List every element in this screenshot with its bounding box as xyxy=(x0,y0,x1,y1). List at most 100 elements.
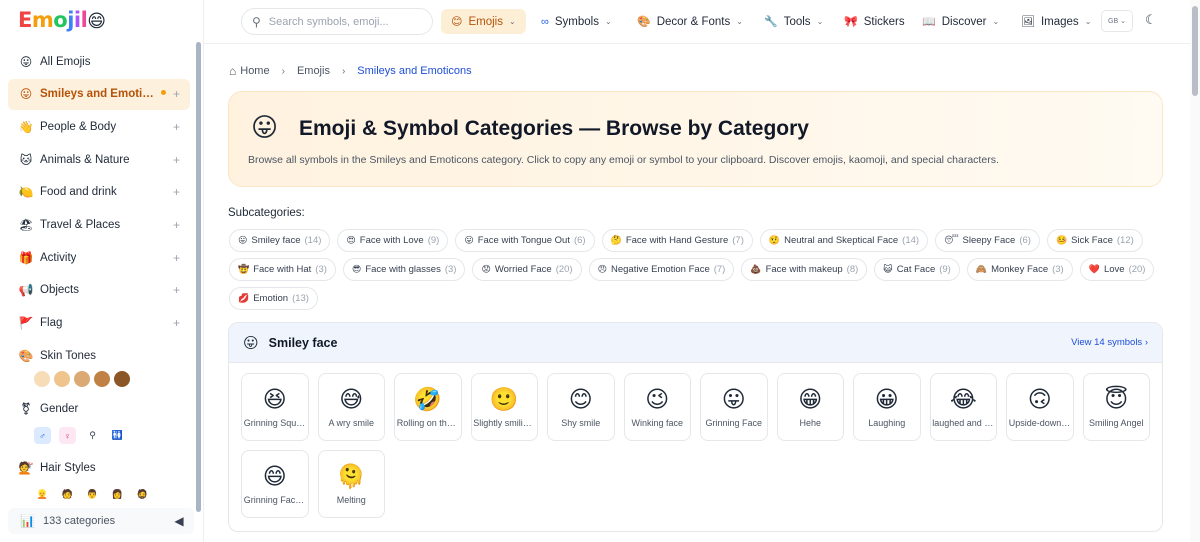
search-placeholder: Search symbols, emoji... xyxy=(268,15,389,28)
subcategory-chip[interactable]: 💋 Emotion (13) xyxy=(229,287,318,310)
emoji-tile[interactable]: 😛 Grinning Face xyxy=(700,373,768,441)
nav-images[interactable]: 🖼 Images ⌄ xyxy=(1011,9,1101,34)
chip-icon: 🤔 xyxy=(610,235,622,245)
subcategory-chip[interactable]: 😴 Sleepy Face (6) xyxy=(935,229,1040,252)
search-input[interactable]: ⚲ Search symbols, emoji... xyxy=(241,8,433,35)
skin-tone-swatch[interactable] xyxy=(54,371,70,387)
haircut-icon: 💇 xyxy=(18,461,34,475)
subcategory-chip[interactable]: 💩 Face with makeup (8) xyxy=(741,258,868,281)
emoji-tile[interactable]: 😂 laughed and cried xyxy=(929,373,997,441)
section-label: Gender xyxy=(40,403,79,415)
nav-tools[interactable]: 🔧 Tools ⌄ xyxy=(754,9,833,34)
chip-count: (7) xyxy=(732,235,744,246)
subcategory-chip[interactable]: 😟 Worried Face (20) xyxy=(472,258,582,281)
emoji-tile[interactable]: 🙂 Slightly smiling face xyxy=(470,373,538,441)
expand-icon[interactable]: + xyxy=(173,185,180,199)
moon-icon[interactable]: ☾ xyxy=(1145,12,1157,28)
sidebar-item-animals[interactable]: 🐱 Animals & Nature + xyxy=(8,144,190,175)
emoji-tile[interactable]: 😅 A wry smile xyxy=(317,373,385,441)
sidebar-item-people[interactable]: 👋 People & Body + xyxy=(8,111,190,142)
nav-stickers[interactable]: 🎀 Stickers xyxy=(834,9,915,34)
sidebar-item-food[interactable]: 🍋 Food and drink + xyxy=(8,177,190,208)
subcategory-chip[interactable]: 🙈 Monkey Face (3) xyxy=(966,258,1073,281)
subcategory-chip[interactable]: 😠 Negative Emotion Face (7) xyxy=(588,258,735,281)
emoji-name: A wry smile xyxy=(328,418,374,428)
subcategory-chip[interactable]: 🤔 Face with Hand Gesture (7) xyxy=(601,229,753,252)
restroom-icon[interactable]: 🚻 xyxy=(109,427,126,444)
sidebar-item-smileys[interactable]: 😛 Smileys and Emoticons + xyxy=(8,78,190,110)
chip-count: (9) xyxy=(427,235,440,246)
expand-icon[interactable]: + xyxy=(173,120,180,134)
hair-style-icon[interactable]: 👩 xyxy=(109,486,126,503)
expand-icon[interactable]: + xyxy=(173,153,180,167)
emoji-tile[interactable]: 😇 Smiling Angel xyxy=(1082,373,1150,441)
nav-emojis[interactable]: 😊 Emojis ⌄ xyxy=(441,9,526,34)
expand-icon[interactable]: + xyxy=(173,316,180,330)
subcategory-chip[interactable]: 😍 Face with Love (9) xyxy=(337,229,449,252)
subcategories-heading: Subcategories: xyxy=(228,207,305,219)
section-header: 😛 Smiley face View 14 symbols › xyxy=(229,323,1162,363)
emoji-tile[interactable]: 😄 Grinning Face with Smiling Eyes xyxy=(241,450,309,518)
flag-icon: 🚩 xyxy=(18,316,34,330)
emoji-tile[interactable]: 🤣 Rolling on the floor laughing xyxy=(394,373,462,441)
emoji-tile[interactable]: 😁 Hehe xyxy=(776,373,844,441)
sidebar-scrollbar[interactable] xyxy=(196,42,201,512)
skin-tone-swatch[interactable] xyxy=(94,371,110,387)
sidebar-item-flag[interactable]: 🚩 Flag + xyxy=(8,308,190,339)
hair-style-icon[interactable]: 🧑 xyxy=(59,486,76,503)
gender-male-icon[interactable]: ♂ xyxy=(34,427,51,444)
smiley-icon: 😛 xyxy=(251,112,279,142)
scrollbar-thumb[interactable] xyxy=(1192,6,1198,96)
hair-style-icon[interactable]: 🧔 xyxy=(134,486,151,503)
subcategory-chip[interactable]: 🤠 Face with Hat (3) xyxy=(229,258,336,281)
expand-icon[interactable]: + xyxy=(173,283,180,297)
gender-female-icon[interactable]: ♀ xyxy=(59,427,76,444)
subcategory-chip[interactable]: 😺 Cat Face (9) xyxy=(874,258,960,281)
sidebar-item-travel[interactable]: 🏖 Travel & Places + xyxy=(8,209,190,240)
subcategory-chip[interactable]: ❤️ Love (20) xyxy=(1079,258,1155,281)
view-all-link[interactable]: View 14 symbols › xyxy=(1071,337,1148,348)
subcategory-chip[interactable]: 😎 Face with glasses (3) xyxy=(342,258,466,281)
chip-icon: 🤠 xyxy=(238,264,250,274)
expand-icon[interactable]: + xyxy=(173,87,180,101)
sidebar-item-all-emojis[interactable]: 😛 All Emojis xyxy=(8,46,190,77)
sidebar-item-label: Travel & Places xyxy=(40,218,121,231)
hair-style-icon[interactable]: 👱 xyxy=(34,486,51,503)
gender-neutral-icon[interactable]: ⚲ xyxy=(84,427,101,444)
sidebar-item-objects[interactable]: 📢 Objects + xyxy=(8,275,190,306)
emoji-glyph: 😀 xyxy=(874,386,899,412)
language-selector[interactable]: GB ⌄ xyxy=(1101,10,1133,32)
subcategory-chip[interactable]: 😛 Smiley face (14) xyxy=(229,229,331,252)
emoji-tile[interactable]: 😉 Winking face xyxy=(623,373,691,441)
emoji-glyph: 😉 xyxy=(645,386,670,412)
chevron-right-icon: › xyxy=(281,65,285,77)
emoji-tile[interactable]: 😀 Laughing xyxy=(853,373,921,441)
nav-discover[interactable]: 📖 Discover ⌄ xyxy=(912,9,1009,34)
chip-icon: 😺 xyxy=(883,264,893,274)
page-scrollbar[interactable] xyxy=(1190,0,1200,542)
breadcrumb-emojis[interactable]: Emojis xyxy=(297,65,330,77)
skin-tone-swatch[interactable] xyxy=(114,371,130,387)
chip-count: (6) xyxy=(1019,235,1031,246)
nav-label: Decor & Fonts xyxy=(656,15,731,28)
sidebar-item-label: People & Body xyxy=(40,120,117,133)
subcategory-chip[interactable]: 🤒 Sick Face (12) xyxy=(1046,229,1143,252)
subcategory-chip[interactable]: 😛 Face with Tongue Out (6) xyxy=(455,229,595,252)
emoji-tile[interactable]: 🫠 Melting xyxy=(317,450,385,518)
nav-decor-fonts[interactable]: 🎨 Decor & Fonts ⌄ xyxy=(627,9,753,34)
site-logo[interactable]: Emojil😄 xyxy=(18,8,106,36)
sidebar-item-activity[interactable]: 🎁 Activity + xyxy=(8,242,190,273)
subcategory-chip[interactable]: 🤨 Neutral and Skeptical Face (14) xyxy=(759,229,929,252)
expand-icon[interactable]: + xyxy=(173,218,180,232)
breadcrumb-home[interactable]: Home xyxy=(240,65,269,77)
nav-symbols[interactable]: ∞ Symbols ⌄ xyxy=(531,9,622,34)
skin-tone-swatch[interactable] xyxy=(74,371,90,387)
infinity-icon: ∞ xyxy=(541,15,549,28)
emoji-tile[interactable]: 😆 Grinning Squinting Face xyxy=(241,373,309,441)
hair-style-icon[interactable]: 👨 xyxy=(84,486,101,503)
skin-tone-swatch[interactable] xyxy=(34,371,50,387)
collapse-sidebar-button[interactable]: ◀ xyxy=(168,511,190,531)
emoji-tile[interactable]: 🙃 Upside-down face xyxy=(1006,373,1074,441)
emoji-tile[interactable]: 😊 Shy smile xyxy=(547,373,615,441)
expand-icon[interactable]: + xyxy=(173,251,180,265)
